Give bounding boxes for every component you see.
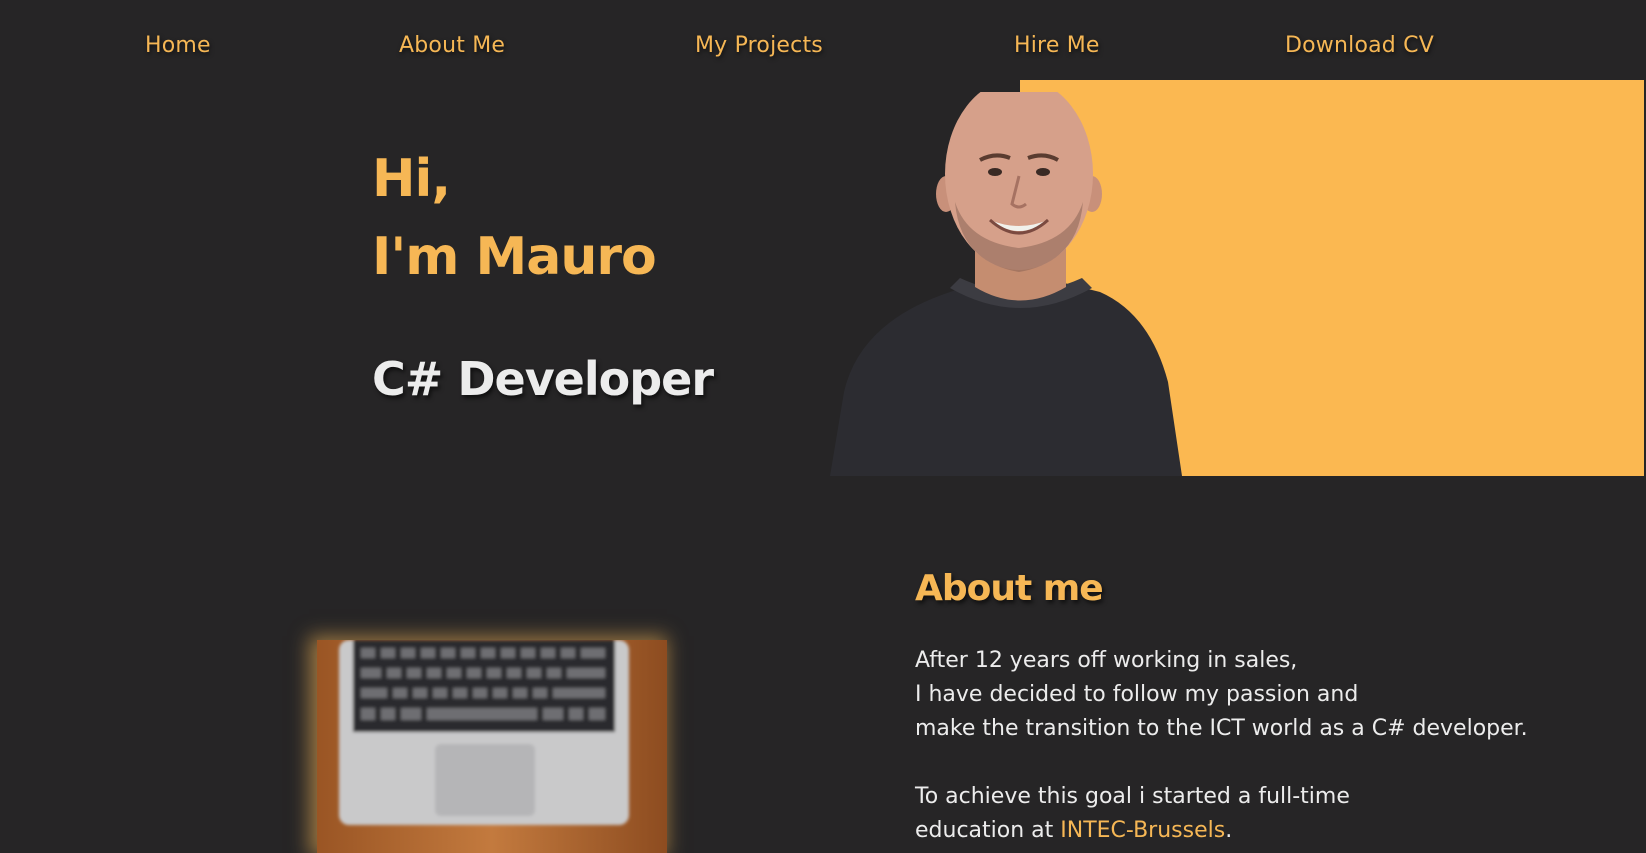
main-nav: Home About Me My Projects Hire Me Downlo… — [0, 0, 1646, 80]
about-line-5: education at INTEC-Brussels. — [915, 814, 1615, 848]
page: Home About Me My Projects Hire Me Downlo… — [0, 0, 1646, 853]
portrait-photo — [830, 92, 1182, 476]
about-line-5-prefix: education at — [915, 818, 1061, 843]
about-line-4: To achieve this goal i started a full-ti… — [915, 784, 1350, 809]
intec-brussels-link[interactable]: INTEC-Brussels — [1060, 818, 1225, 843]
about-text: After 12 years off working in sales, I h… — [915, 644, 1615, 848]
hero-greeting: Hi, I'm Mauro — [372, 140, 657, 296]
about-line-5-suffix: . — [1225, 818, 1233, 843]
greeting-line-2: I'm Mauro — [372, 227, 657, 287]
hero-section: Hi, I'm Mauro C# Developer — [0, 80, 1646, 476]
laptop-photo — [317, 640, 667, 853]
about-title: About me — [915, 568, 1104, 609]
nav-projects-link[interactable]: My Projects — [695, 33, 823, 58]
hero-role: C# Developer — [372, 352, 714, 406]
greeting-line-1: Hi, — [372, 149, 451, 209]
nav-download-cv-link[interactable]: Download CV — [1285, 33, 1434, 58]
nav-home-link[interactable]: Home — [145, 33, 211, 58]
nav-hire-link[interactable]: Hire Me — [1014, 33, 1100, 58]
laptop-image — [317, 640, 667, 853]
nav-about-link[interactable]: About Me — [399, 33, 505, 58]
about-line-2: I have decided to follow my passion and — [915, 682, 1359, 707]
about-line-3: make the transition to the ICT world as … — [915, 716, 1528, 741]
about-line-1: After 12 years off working in sales, — [915, 648, 1298, 673]
